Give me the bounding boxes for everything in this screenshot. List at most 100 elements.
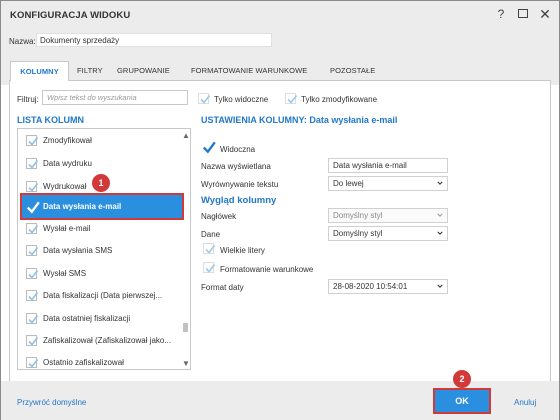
- chevron-down-icon: [437, 231, 443, 235]
- step-badge-2: 2: [453, 370, 471, 388]
- data-label: Dane: [201, 230, 221, 239]
- maximize-icon: [518, 9, 528, 18]
- scroll-down-arrow[interactable]: ▼: [182, 359, 190, 368]
- check-icon: [28, 315, 39, 324]
- cancel-link[interactable]: Anuluj: [514, 398, 536, 407]
- list-item[interactable]: Data wydruku: [18, 152, 178, 175]
- column-checkbox[interactable]: [26, 245, 39, 256]
- list-item[interactable]: Zmodyfikował: [18, 129, 178, 152]
- column-checkbox[interactable]: [26, 290, 39, 301]
- header-style-select[interactable]: Domyślny styl: [328, 208, 448, 223]
- list-item-label: Data wydruku: [43, 159, 92, 168]
- dialog-title: KONFIGURACJA WIDOKU: [10, 10, 131, 21]
- list-item[interactable]: Data wysłania SMS: [18, 239, 178, 262]
- column-checkbox[interactable]: [26, 335, 39, 346]
- name-row: Nazwa: Dokumenty sprzedaży: [1, 27, 559, 53]
- column-list-title: LISTA KOLUMN: [17, 115, 84, 125]
- column-checkbox[interactable]: [26, 357, 39, 368]
- list-item-label: Wydrukował: [43, 182, 87, 191]
- check-icon: [287, 95, 298, 104]
- uppercase-checkbox[interactable]: [203, 243, 216, 254]
- list-item[interactable]: Data fiskalizacji (Data pierwszej...: [18, 284, 178, 307]
- header-label: Nagłówek: [201, 212, 237, 221]
- column-checkbox[interactable]: [26, 313, 39, 324]
- column-list[interactable]: Zmodyfikował Data wydruku Wydrukował Dat…: [17, 128, 191, 370]
- chevron-down-icon: [437, 181, 443, 185]
- only-visible-label: Tylko widoczne: [214, 95, 269, 104]
- check-icon: [28, 225, 39, 234]
- title-bar: KONFIGURACJA WIDOKU ? ✕: [1, 1, 559, 27]
- chevron-down-icon: [437, 213, 443, 217]
- name-label: Nazwa:: [9, 37, 36, 46]
- only-modified-label: Tylko zmodyfikowane: [301, 95, 378, 104]
- column-checkbox[interactable]: [26, 268, 39, 279]
- display-name-label: Nazwa wyświetlana: [201, 162, 271, 171]
- tab-other[interactable]: POZOSTAŁE: [330, 66, 375, 75]
- close-button[interactable]: ✕: [536, 5, 554, 23]
- ok-button[interactable]: OK: [433, 388, 491, 414]
- list-item-label: Zmodyfikował: [43, 136, 92, 145]
- uppercase-label: Wielkie litery: [220, 246, 265, 255]
- date-format-label: Format daty: [201, 283, 244, 292]
- tab-filters[interactable]: FILTRY: [77, 66, 103, 75]
- visible-check-icon[interactable]: [202, 140, 216, 156]
- help-button[interactable]: ?: [492, 5, 510, 23]
- check-icon: [205, 264, 216, 273]
- list-item[interactable]: Wysłał SMS: [18, 262, 178, 285]
- column-checkbox[interactable]: [26, 181, 39, 192]
- list-item-label: Data ostatniej fiskalizacji: [43, 314, 131, 323]
- list-item[interactable]: Zafiskalizował (Zafiskalizował jako...: [18, 329, 178, 352]
- only-modified-checkbox[interactable]: [285, 93, 298, 104]
- conditional-formatting-label: Formatowanie warunkowe: [220, 265, 314, 274]
- check-icon: [28, 292, 39, 301]
- name-field[interactable]: Dokumenty sprzedaży: [36, 33, 272, 47]
- alignment-label: Wyrównywanie tekstu: [201, 180, 279, 189]
- data-style-value: Domyślny styl: [333, 229, 383, 238]
- display-name-input[interactable]: Data wysłania e-mail: [328, 158, 448, 173]
- check-icon: [28, 160, 39, 169]
- date-format-select[interactable]: 28-08-2020 10:54:01: [328, 279, 448, 294]
- check-icon: [26, 201, 40, 214]
- maximize-button[interactable]: [514, 5, 532, 23]
- check-icon: [202, 141, 216, 154]
- column-checkbox[interactable]: [26, 135, 39, 146]
- list-item-label: Ostatnio zafiskalizował: [43, 358, 124, 367]
- restore-defaults-link[interactable]: Przywróć domyślne: [17, 398, 86, 407]
- list-item[interactable]: Ostatnio zafiskalizował: [18, 351, 178, 369]
- list-item-label: Data wysłania SMS: [43, 246, 113, 255]
- check-icon: [28, 183, 39, 192]
- check-icon: [28, 137, 39, 146]
- tab-columns[interactable]: KOLUMNY: [10, 61, 69, 81]
- tab-conditional-formatting[interactable]: FORMATOWANIE WARUNKOWE: [191, 66, 307, 75]
- list-item-label: Data fiskalizacji (Data pierwszej...: [43, 291, 163, 300]
- appearance-title: Wygląd kolumny: [201, 195, 277, 206]
- chevron-down-icon: [437, 284, 443, 288]
- list-item[interactable]: Wysłał e-mail: [18, 217, 178, 240]
- check-icon: [28, 270, 39, 279]
- list-item-label: Wysłał SMS: [43, 269, 87, 278]
- conditional-formatting-checkbox[interactable]: [203, 262, 216, 273]
- column-checkbox[interactable]: [26, 158, 39, 169]
- scrollbar-thumb[interactable]: [183, 323, 188, 332]
- check-icon: [28, 337, 39, 346]
- tab-grouping[interactable]: GRUPOWANIE: [117, 66, 170, 75]
- check-icon: [28, 247, 39, 256]
- filter-input[interactable]: Wpisz tekst do wyszukania: [42, 90, 188, 105]
- date-format-value: 28-08-2020 10:54:01: [333, 282, 408, 291]
- check-icon: [200, 95, 211, 104]
- only-visible-checkbox[interactable]: [198, 93, 211, 104]
- visible-label: Widoczna: [220, 145, 256, 154]
- check-icon: [28, 359, 39, 368]
- alignment-value: Do lewej: [333, 179, 364, 188]
- filter-label: Filtruj:: [17, 95, 39, 104]
- column-checkbox[interactable]: [26, 201, 40, 214]
- list-item[interactable]: Data ostatniej fiskalizacji: [18, 307, 178, 330]
- scroll-up-arrow[interactable]: ▲: [182, 131, 190, 140]
- list-item-label: Zafiskalizował (Zafiskalizował jako...: [43, 336, 172, 345]
- list-item-label: Wysłał e-mail: [43, 224, 91, 233]
- alignment-select[interactable]: Do lewej: [328, 176, 448, 191]
- data-style-select[interactable]: Domyślny styl: [328, 226, 448, 241]
- list-item-selected[interactable]: Data wysłania e-mail: [20, 193, 184, 220]
- column-checkbox[interactable]: [26, 223, 39, 234]
- check-icon: [205, 245, 216, 254]
